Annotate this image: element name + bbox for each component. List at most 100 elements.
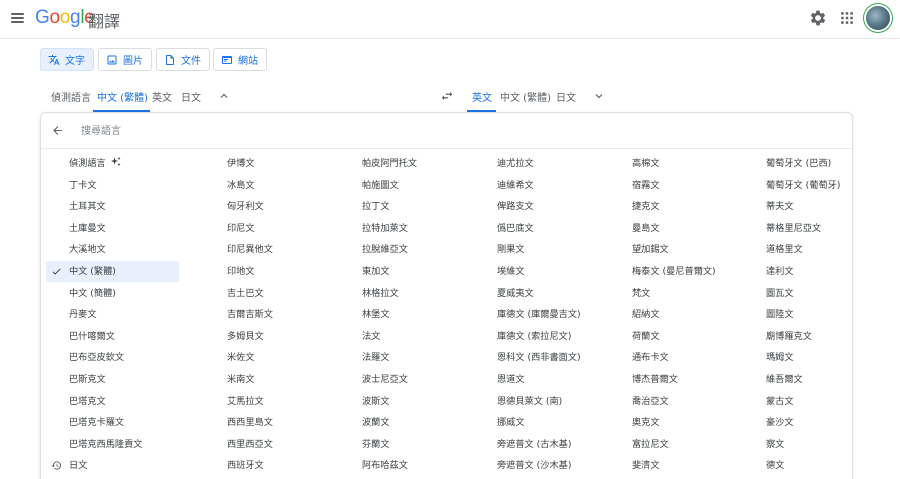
language-option[interactable]: 斐濟文 bbox=[609, 455, 742, 476]
target-tab-english[interactable]: 英文 bbox=[472, 89, 492, 104]
language-option[interactable]: 吉爾吉斯文 bbox=[204, 304, 337, 325]
language-option[interactable]: 巴塔克西馬隆貢文 bbox=[46, 434, 179, 455]
language-option[interactable]: 巴塔克卡羅文 bbox=[46, 412, 179, 433]
target-tab-chinese-traditional[interactable]: 中文 (繁體) bbox=[500, 89, 551, 104]
language-option[interactable]: 匈牙利文 bbox=[204, 196, 337, 217]
source-tab-chinese-traditional[interactable]: 中文 (繁體) bbox=[97, 89, 148, 104]
language-option[interactable]: 印地文 bbox=[204, 261, 337, 282]
language-option[interactable]: 法羅文 bbox=[339, 347, 472, 368]
language-option[interactable]: 通布卡文 bbox=[609, 347, 742, 368]
language-option[interactable]: 冰島文 bbox=[204, 175, 337, 196]
language-option[interactable]: 曼島文 bbox=[609, 218, 742, 239]
language-option[interactable]: 阿布哈茲文 bbox=[339, 455, 472, 476]
google-logo[interactable]: Google bbox=[35, 7, 95, 29]
language-option[interactable]: 波斯文 bbox=[339, 391, 472, 412]
language-option[interactable]: 宿霧文 bbox=[609, 175, 742, 196]
language-option[interactable]: 多姆貝文 bbox=[204, 326, 337, 347]
language-option[interactable]: 喬治亞文 bbox=[609, 391, 742, 412]
language-option[interactable]: 埃維文 bbox=[474, 261, 607, 282]
language-option[interactable]: 米南文 bbox=[204, 369, 337, 390]
language-option[interactable]: 帕皮阿門托文 bbox=[339, 153, 472, 174]
language-option[interactable]: 拉丁文 bbox=[339, 196, 472, 217]
language-option[interactable]: 富拉尼文 bbox=[609, 434, 742, 455]
language-option[interactable]: 西班牙文 bbox=[204, 455, 337, 476]
language-option[interactable]: 波士尼亞文 bbox=[339, 369, 472, 390]
language-option[interactable]: 夏威夷文 bbox=[474, 283, 607, 304]
language-option[interactable]: 土耳其文 bbox=[46, 196, 179, 217]
language-option[interactable]: 維吾爾文 bbox=[743, 369, 876, 390]
language-option[interactable]: 恩科文 (西非書面文) bbox=[474, 347, 607, 368]
language-option[interactable]: 剛果文 bbox=[474, 239, 607, 260]
chevron-up-icon[interactable] bbox=[218, 90, 230, 102]
language-option[interactable]: 捷克文 bbox=[609, 196, 742, 217]
language-option[interactable]: 恩德貝萊文 (南) bbox=[474, 391, 607, 412]
language-option[interactable]: 葡萄牙文 (葡萄牙) bbox=[743, 175, 876, 196]
language-option[interactable]: 奧克文 bbox=[609, 412, 742, 433]
language-option[interactable]: 日文 bbox=[46, 455, 179, 476]
language-option[interactable]: 挪威文 bbox=[474, 412, 607, 433]
language-option[interactable]: 恩道文 bbox=[474, 369, 607, 390]
language-option[interactable]: 圖瓦文 bbox=[743, 283, 876, 304]
language-option[interactable]: 旁遮普文 (古木基) bbox=[474, 434, 607, 455]
language-option[interactable]: 博杰普爾文 bbox=[609, 369, 742, 390]
language-option[interactable]: 葡萄牙文 (巴西) bbox=[743, 153, 876, 174]
language-option[interactable]: 艾馬拉文 bbox=[204, 391, 337, 412]
language-option[interactable]: 法文 bbox=[339, 326, 472, 347]
language-option[interactable]: 庫德文 (索拉尼文) bbox=[474, 326, 607, 347]
language-option[interactable]: 紹納文 bbox=[609, 304, 742, 325]
avatar[interactable] bbox=[866, 6, 890, 30]
language-option[interactable]: 中文 (繁體) bbox=[46, 261, 179, 282]
language-option[interactable]: 蒙古文 bbox=[743, 391, 876, 412]
chevron-down-icon[interactable] bbox=[593, 90, 605, 102]
language-option[interactable]: 伊博文 bbox=[204, 153, 337, 174]
language-option[interactable]: 丹麥文 bbox=[46, 304, 179, 325]
target-tab-japanese[interactable]: 日文 bbox=[556, 89, 576, 104]
language-option[interactable]: 吉土巴文 bbox=[204, 283, 337, 304]
language-option[interactable]: 迪尤拉文 bbox=[474, 153, 607, 174]
language-option[interactable]: 印尼文 bbox=[204, 218, 337, 239]
arrow-left-icon[interactable] bbox=[51, 124, 64, 137]
source-tab-english[interactable]: 英文 bbox=[152, 89, 172, 104]
language-option[interactable]: 偵測語言 bbox=[46, 153, 179, 174]
source-tab-japanese[interactable]: 日文 bbox=[181, 89, 201, 104]
apps-grid-icon[interactable] bbox=[837, 8, 857, 28]
language-option[interactable]: 圖陸文 bbox=[743, 304, 876, 325]
language-option[interactable]: 東加文 bbox=[339, 261, 472, 282]
language-option[interactable]: 丁卡文 bbox=[46, 175, 179, 196]
mode-image-button[interactable]: 圖片 bbox=[98, 48, 152, 71]
mode-document-button[interactable]: 文件 bbox=[156, 48, 210, 71]
language-option[interactable]: 西里西亞文 bbox=[204, 434, 337, 455]
language-option[interactable]: 蒂格里尼亞文 bbox=[743, 218, 876, 239]
language-option[interactable]: 印尼異他文 bbox=[204, 239, 337, 260]
language-option[interactable]: 中文 (簡體) bbox=[46, 283, 179, 304]
swap-icon[interactable] bbox=[440, 89, 454, 103]
language-option[interactable]: 豪沙文 bbox=[743, 412, 876, 433]
language-option[interactable]: 達利文 bbox=[743, 261, 876, 282]
language-option[interactable]: 僞巴底文 bbox=[474, 218, 607, 239]
language-option[interactable]: 迪維希文 bbox=[474, 175, 607, 196]
language-option[interactable]: 旁遮普文 (沙木基) bbox=[474, 455, 607, 476]
language-option[interactable]: 察文 bbox=[743, 434, 876, 455]
language-option[interactable]: 林堡文 bbox=[339, 304, 472, 325]
language-option[interactable]: 蒂夫文 bbox=[743, 196, 876, 217]
language-option[interactable]: 波蘭文 bbox=[339, 412, 472, 433]
language-option[interactable]: 荷蘭文 bbox=[609, 326, 742, 347]
language-search-input[interactable] bbox=[81, 121, 781, 141]
language-option[interactable]: 德文 bbox=[743, 455, 876, 476]
menu-icon[interactable] bbox=[9, 9, 27, 27]
language-option[interactable]: 道格里文 bbox=[743, 239, 876, 260]
language-option[interactable]: 巴什喀爾文 bbox=[46, 326, 179, 347]
language-option[interactable]: 拉脫維亞文 bbox=[339, 239, 472, 260]
language-option[interactable]: 巴斯克文 bbox=[46, 369, 179, 390]
language-option[interactable]: 米佐文 bbox=[204, 347, 337, 368]
gear-icon[interactable] bbox=[808, 8, 828, 28]
language-option[interactable]: 拉特加萊文 bbox=[339, 218, 472, 239]
language-option[interactable]: 俾路支文 bbox=[474, 196, 607, 217]
language-option[interactable]: 梵文 bbox=[609, 283, 742, 304]
language-option[interactable]: 大溪地文 bbox=[46, 239, 179, 260]
source-tab-detect[interactable]: 偵測語言 bbox=[51, 89, 91, 104]
mode-text-button[interactable]: 文字 bbox=[40, 48, 94, 71]
language-option[interactable]: 帕施圖文 bbox=[339, 175, 472, 196]
language-option[interactable]: 瑪姆文 bbox=[743, 347, 876, 368]
language-option[interactable]: 巴塔克文 bbox=[46, 391, 179, 412]
